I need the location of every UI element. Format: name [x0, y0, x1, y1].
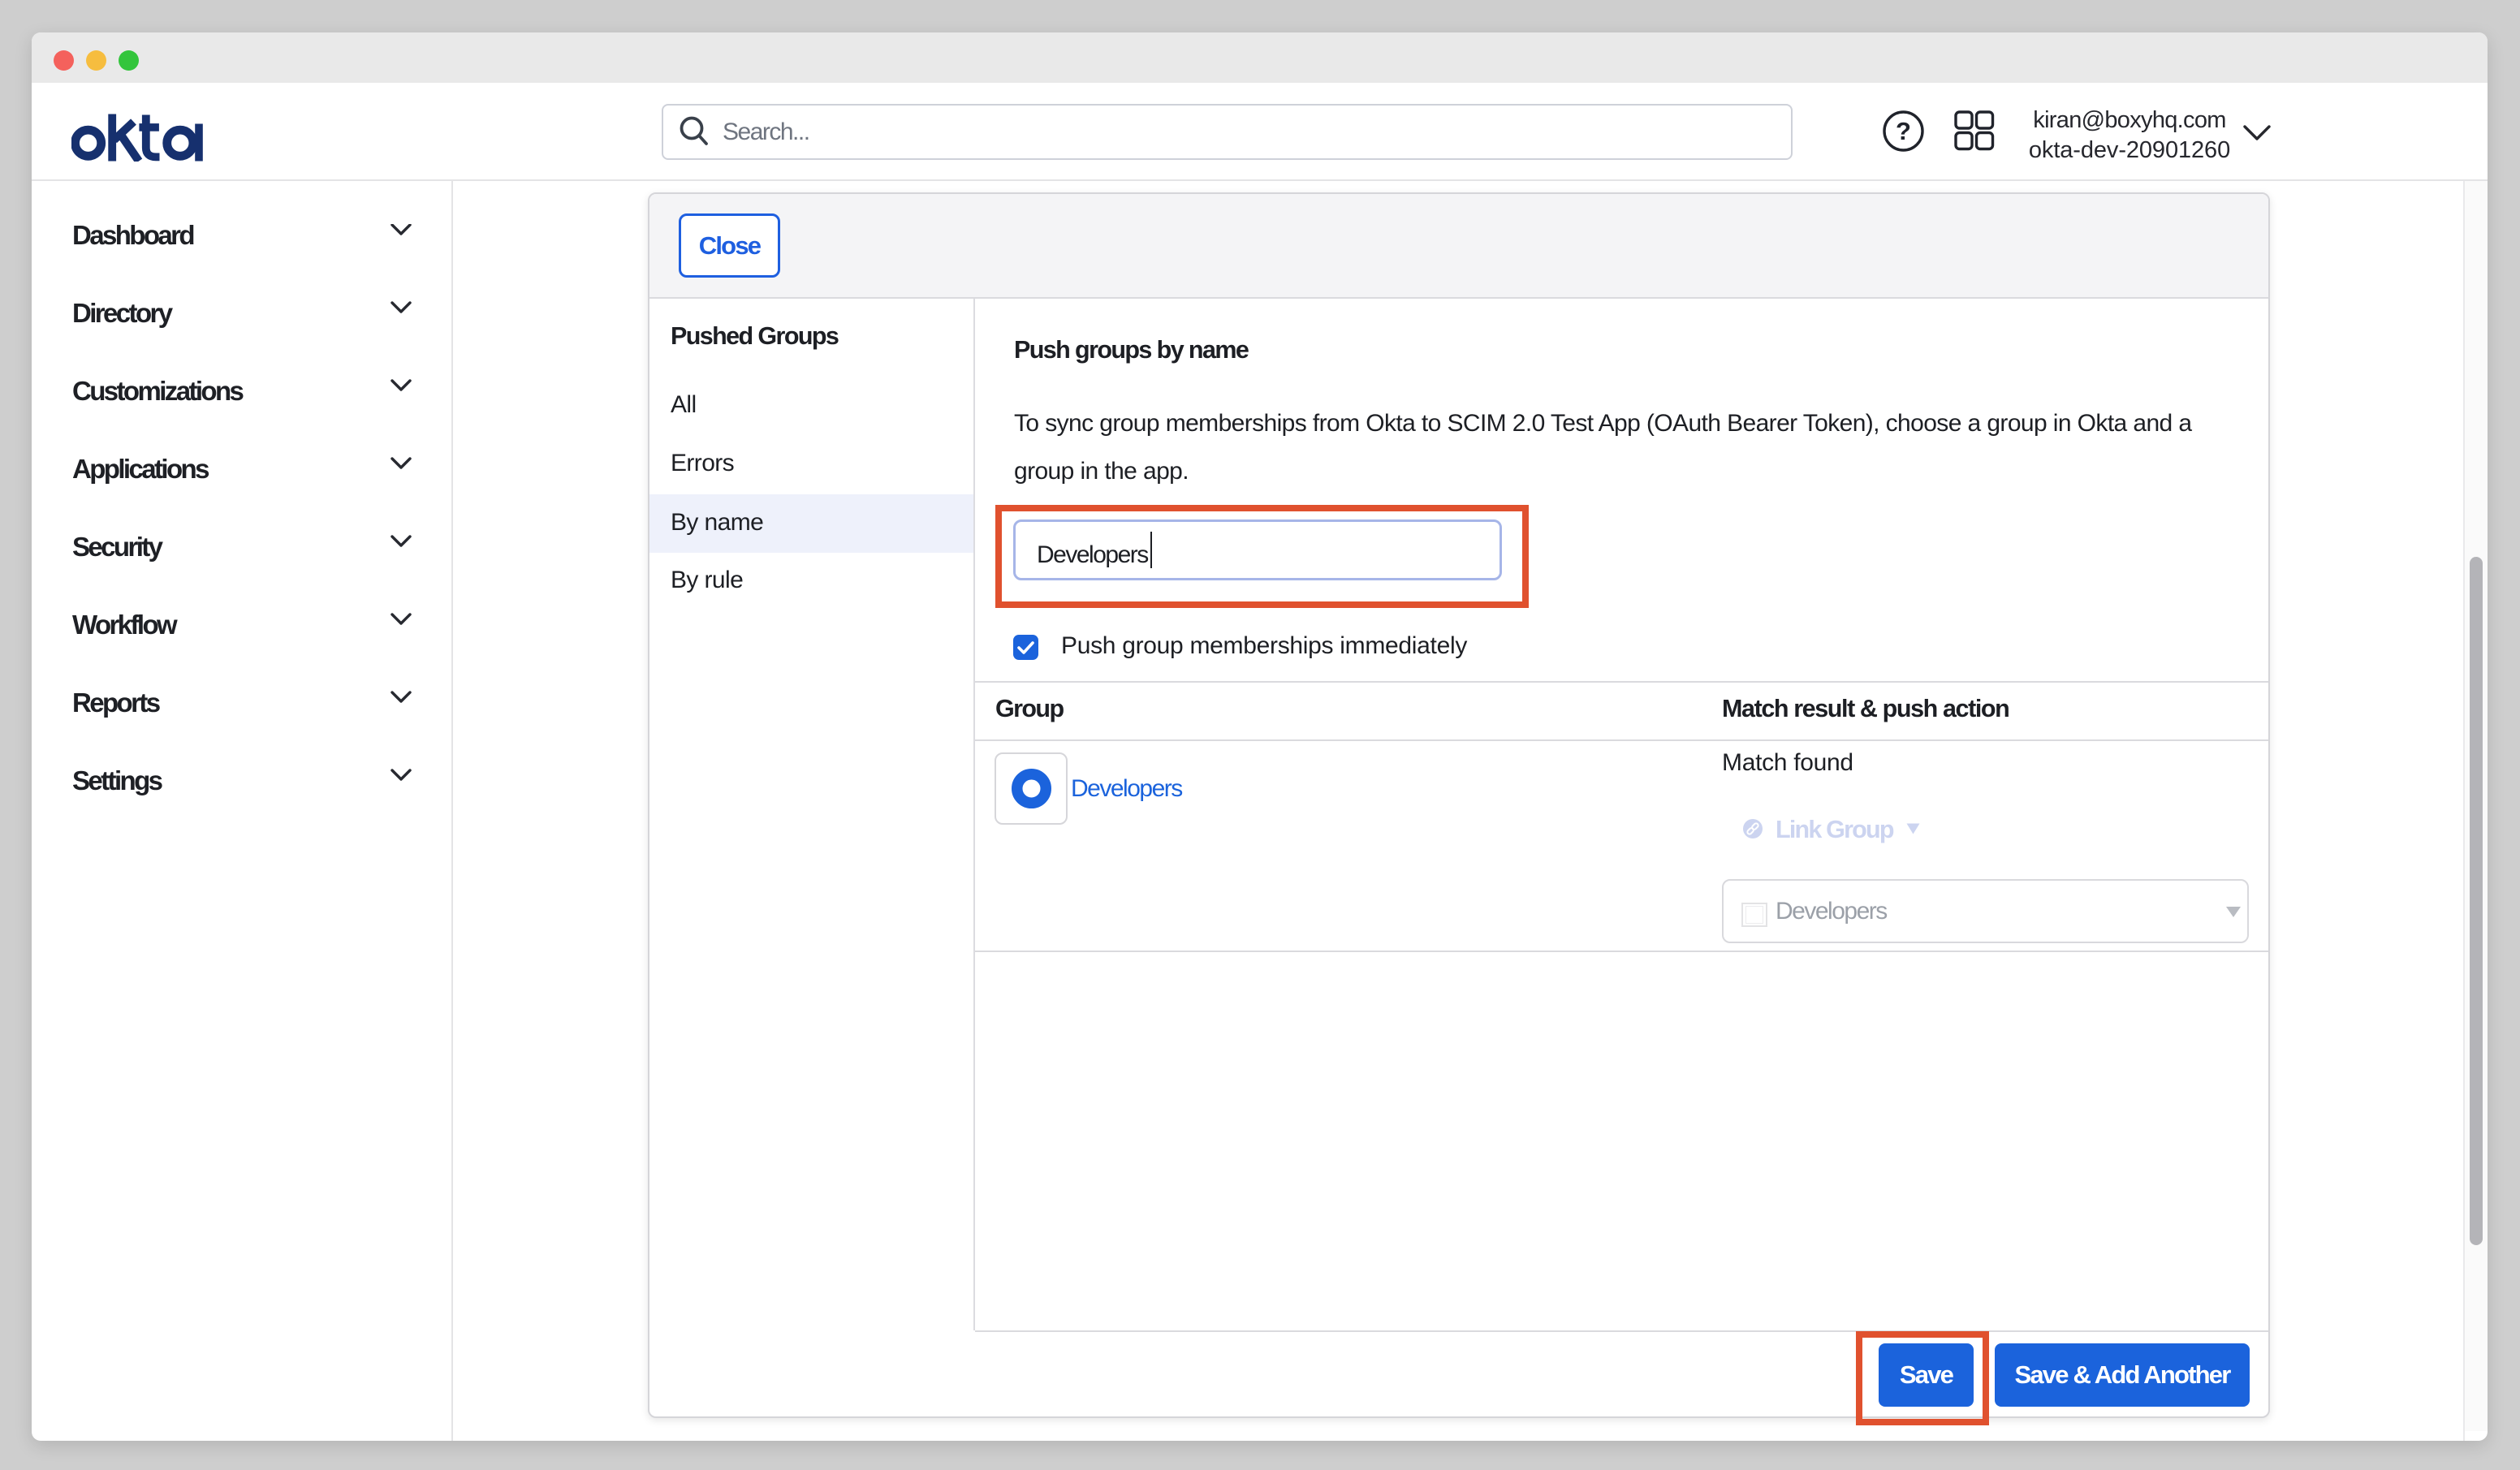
svg-text:?: ? — [1896, 117, 1911, 145]
